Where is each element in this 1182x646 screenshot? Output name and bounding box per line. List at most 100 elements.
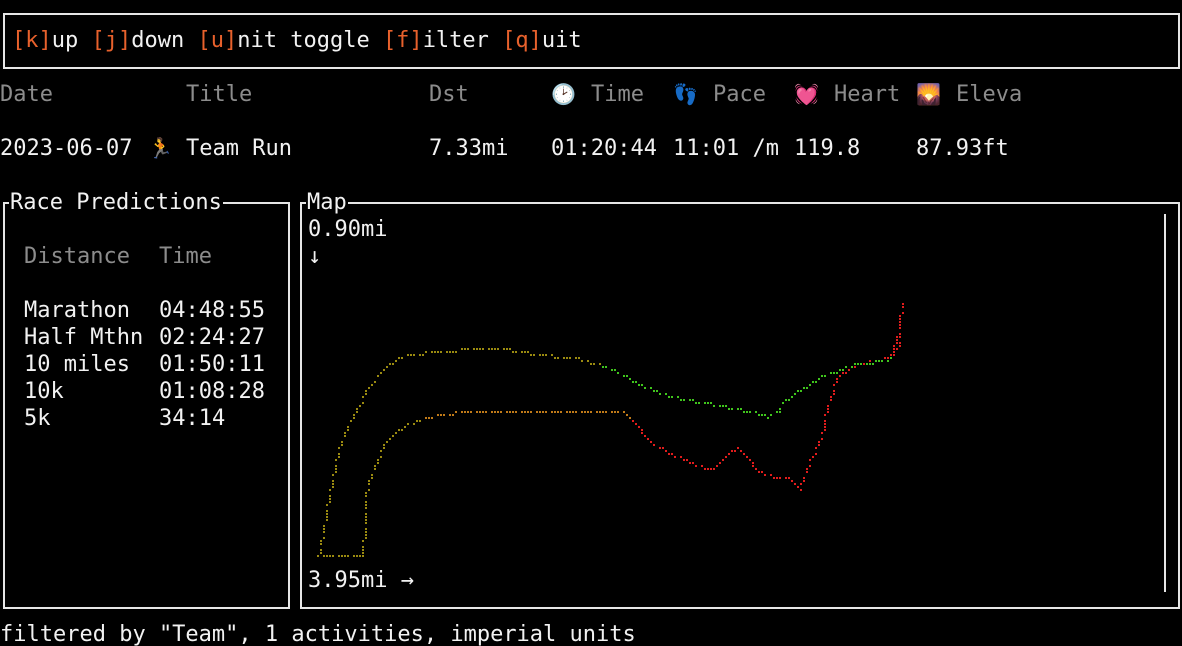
route-dot <box>863 363 865 365</box>
route-dot <box>701 465 703 467</box>
route-dot <box>824 426 826 428</box>
route-dot <box>368 483 370 485</box>
route-dot <box>530 354 532 356</box>
key-unit-toggle[interactable]: [u]nit toggle <box>197 28 382 53</box>
route-dot <box>878 360 880 362</box>
route-dot <box>515 411 517 413</box>
route-trace <box>317 303 904 557</box>
route-dot <box>323 555 325 557</box>
route-dot <box>320 540 322 542</box>
route-dot <box>338 453 340 455</box>
key-up[interactable]: [k]up <box>12 28 92 53</box>
route-dot <box>353 555 355 557</box>
route-dot <box>731 408 733 410</box>
route-dot <box>704 468 706 470</box>
key-quit[interactable]: [q]uit <box>502 28 582 53</box>
route-dot <box>779 411 781 413</box>
route-dot <box>800 390 802 392</box>
route-dot <box>893 348 895 350</box>
route-dot <box>818 441 820 443</box>
route-dot <box>803 480 805 482</box>
route-dot <box>881 360 883 362</box>
route-dot <box>443 414 445 416</box>
route-dot <box>356 555 358 557</box>
key-filter[interactable]: [f]ilter <box>383 28 502 53</box>
route-dot <box>833 372 835 374</box>
route-dot <box>542 354 544 356</box>
route-dot <box>431 351 433 353</box>
route-dot <box>362 396 364 398</box>
header-heart: Heart <box>834 82 901 107</box>
route-dot <box>623 411 625 413</box>
route-dot <box>836 372 838 374</box>
key-down[interactable]: [j]down <box>92 28 198 53</box>
route-dot <box>827 408 829 410</box>
route-dot <box>821 438 823 440</box>
route-dot <box>326 516 328 518</box>
header-distance: Dst <box>429 82 469 107</box>
route-dot <box>317 555 319 557</box>
route-dot <box>521 351 523 353</box>
route-dot <box>569 411 571 413</box>
route-dot <box>353 414 355 416</box>
route-dot <box>335 468 337 470</box>
route-dot <box>449 351 451 353</box>
route-dot <box>899 327 901 329</box>
route-dot <box>557 357 559 359</box>
route-dot <box>596 411 598 413</box>
route-dot <box>773 477 775 479</box>
route-dot <box>563 357 565 359</box>
route-dot <box>365 531 367 533</box>
route-dot <box>707 468 709 470</box>
route-dot <box>359 405 361 407</box>
route-dot <box>833 384 835 386</box>
row-heart: 119.8 <box>794 136 861 161</box>
route-dot <box>791 396 793 398</box>
route-dot <box>695 465 697 467</box>
route-dot <box>320 552 322 554</box>
route-dot <box>827 405 829 407</box>
route-dot <box>470 411 472 413</box>
route-dot <box>707 402 709 404</box>
route-dot <box>638 384 640 386</box>
route-dot <box>722 405 724 407</box>
route-dot <box>449 414 451 416</box>
route-dot <box>452 351 454 353</box>
route-dot <box>764 414 766 416</box>
route-dot <box>839 375 841 377</box>
route-dot <box>692 399 694 401</box>
route-dot <box>365 504 367 506</box>
race-distance: 10 miles <box>24 352 130 377</box>
route-dot <box>371 474 373 476</box>
route-dot <box>386 441 388 443</box>
route-dot <box>503 348 505 350</box>
route-dot <box>371 384 373 386</box>
route-dot <box>377 459 379 461</box>
route-dot <box>572 411 574 413</box>
route-dot <box>545 354 547 356</box>
route-dot <box>491 411 493 413</box>
route-dot <box>665 393 667 395</box>
route-dot <box>494 348 496 350</box>
route-dot <box>812 456 814 458</box>
route-dot <box>365 390 367 392</box>
route-dot <box>641 384 643 386</box>
route-dot <box>344 435 346 437</box>
route-dot <box>758 414 760 416</box>
route-dot <box>899 321 901 323</box>
race-distance: 5k <box>24 406 51 431</box>
route-dot <box>752 465 754 467</box>
route-dot <box>761 471 763 473</box>
route-dot <box>737 408 739 410</box>
route-dot <box>389 438 391 440</box>
route-dot <box>776 477 778 479</box>
route-dot <box>686 459 688 461</box>
route-dot <box>803 387 805 389</box>
route-map-canvas <box>317 214 1166 592</box>
route-dot <box>353 417 355 419</box>
route-dot <box>413 423 415 425</box>
route-dot <box>806 387 808 389</box>
route-dot <box>551 411 553 413</box>
route-dot <box>845 366 847 368</box>
route-dot <box>377 375 379 377</box>
